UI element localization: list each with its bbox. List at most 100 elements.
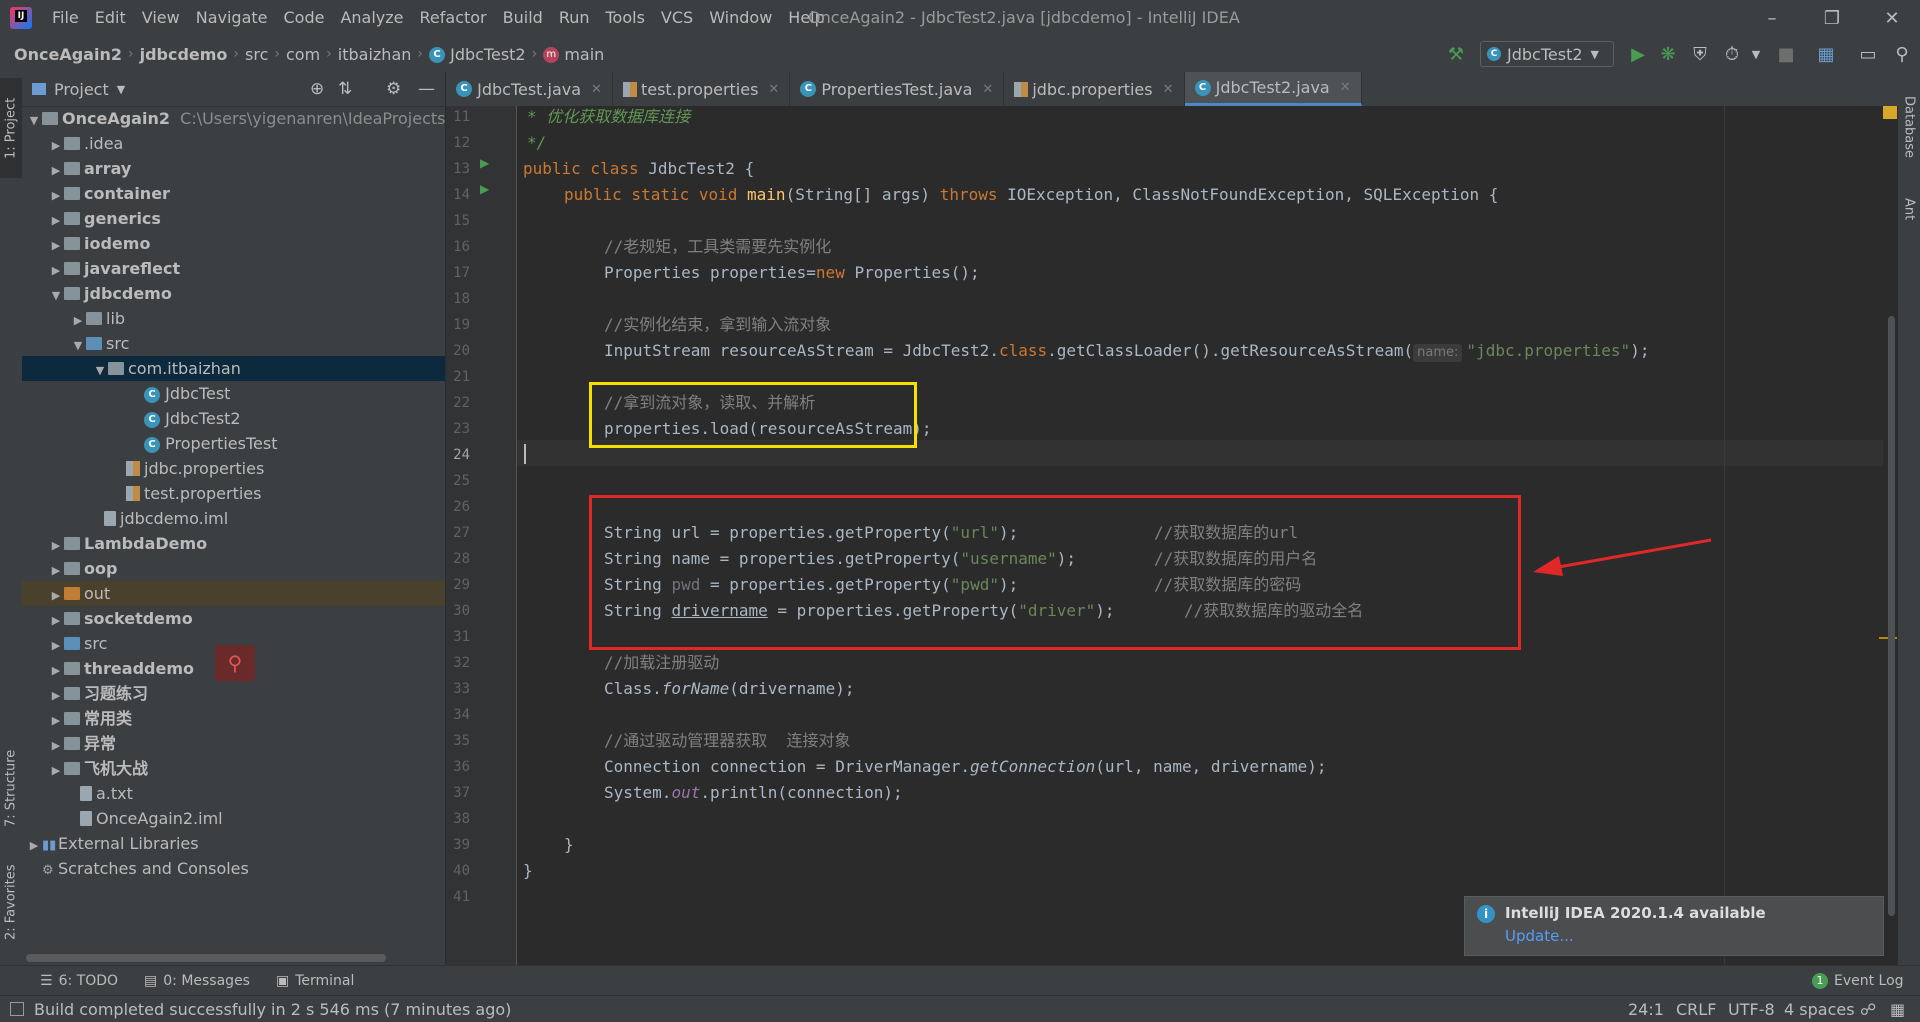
line-separator[interactable]: CRLF — [1676, 1000, 1716, 1019]
tree-item-javareflect[interactable]: ▶ javareflect — [22, 256, 445, 281]
breadcrumb-project[interactable]: OnceAgain2 — [8, 45, 128, 64]
tree-item-array[interactable]: ▶ array — [22, 156, 445, 181]
tab-database-tool[interactable]: Database — [1898, 82, 1920, 172]
close-icon[interactable]: ✕ — [1340, 80, 1351, 95]
editor-scrollbar[interactable] — [1879, 106, 1898, 965]
menu-file[interactable]: File — [44, 0, 87, 36]
caret-position[interactable]: 24:1 — [1628, 1000, 1664, 1019]
menu-build[interactable]: Build — [495, 0, 551, 36]
tab-jdbc-properties[interactable]: jdbc.properties ✕ — [1004, 72, 1185, 106]
tree-item-exercises[interactable]: ▶ 习题练习 — [22, 681, 445, 706]
tree-item-propertiestest[interactable]: C PropertiesTest — [22, 431, 445, 456]
tab-ant-tool[interactable]: Ant — [1898, 184, 1920, 234]
breadcrumb-class[interactable]: C JdbcTest2 — [423, 45, 532, 64]
tab-terminal[interactable]: ▣ Terminal — [276, 973, 354, 989]
breadcrumb-src[interactable]: src — [239, 45, 274, 64]
tree-item-jdbc-properties[interactable]: jdbc.properties — [22, 456, 445, 481]
status-toggle-icon[interactable] — [10, 1002, 24, 1016]
tree-item-oop[interactable]: ▶ oop — [22, 556, 445, 581]
close-window-button[interactable]: ✕ — [1864, 0, 1920, 36]
menu-analyze[interactable]: Analyze — [332, 0, 411, 36]
menu-refactor[interactable]: Refactor — [412, 0, 495, 36]
run-gutter-icon[interactable]: ▶ — [480, 156, 489, 170]
close-icon[interactable]: ✕ — [982, 82, 993, 97]
tree-item-src[interactable]: ▼ src — [22, 331, 445, 356]
tab-structure-tool[interactable]: 7: Structure — [0, 738, 22, 838]
locate-target-icon[interactable]: ⊕ — [310, 79, 324, 99]
floating-search-icon[interactable]: ⚲ — [215, 645, 255, 681]
tree-item-plane-game[interactable]: ▶ 飞机大战 — [22, 756, 445, 781]
chevron-down-icon[interactable]: ▼ — [1744, 42, 1768, 66]
search-icon[interactable]: ⚲ — [1890, 42, 1914, 66]
tab-event-log[interactable]: 1 Event Log — [1812, 973, 1904, 989]
tree-item-exceptions[interactable]: ▶ 异常 — [22, 731, 445, 756]
toggle-layout-icon[interactable]: ▭ — [1856, 42, 1880, 66]
menu-vcs[interactable]: VCS — [653, 0, 701, 36]
menu-edit[interactable]: Edit — [87, 0, 134, 36]
debug-bug-icon[interactable]: ❋ — [1656, 42, 1680, 66]
code-editor[interactable]: * 优化获取数据库连接 */ public class JdbcTest2 { … — [517, 106, 1883, 965]
menu-run[interactable]: Run — [551, 0, 598, 36]
run-gutter-icon[interactable]: ▶ — [480, 182, 489, 196]
tab-project-tool[interactable]: 1: Project — [0, 78, 22, 178]
restore-button[interactable]: ❐ — [1804, 0, 1860, 36]
breadcrumb-method[interactable]: m main — [537, 45, 610, 64]
file-encoding[interactable]: UTF-8 — [1728, 1000, 1775, 1019]
tree-item-onceagain2[interactable]: ▼ OnceAgain2 C:\Users\yigenanren\IdeaProj… — [22, 106, 445, 131]
scroll-thumb[interactable] — [1888, 316, 1895, 916]
close-icon[interactable]: ✕ — [591, 82, 602, 97]
lock-icon[interactable]: ☍ — [1860, 1000, 1876, 1019]
hide-panel-icon[interactable]: — — [418, 79, 435, 99]
horizontal-scrollbar[interactable] — [26, 954, 386, 962]
tree-item-jdbcdemo[interactable]: ▼ jdbcdemo — [22, 281, 445, 306]
gear-icon[interactable]: ⚙ — [386, 79, 401, 99]
project-structure-icon[interactable]: ▦ — [1814, 42, 1838, 66]
menu-tools[interactable]: Tools — [598, 0, 653, 36]
tree-item-a-txt[interactable]: a.txt — [22, 781, 445, 806]
tree-item-onceagain2-iml[interactable]: OnceAgain2.iml — [22, 806, 445, 831]
stop-icon[interactable]: ■ — [1774, 42, 1798, 66]
close-icon[interactable]: ✕ — [768, 82, 779, 97]
close-icon[interactable]: ✕ — [1163, 82, 1174, 97]
tree-item-scratches[interactable]: ⚙ Scratches and Consoles — [22, 856, 445, 881]
tree-item-common-classes[interactable]: ▶ 常用类 — [22, 706, 445, 731]
tree-item-test-properties[interactable]: test.properties — [22, 481, 445, 506]
update-link[interactable]: Update... — [1505, 927, 1574, 945]
tree-item-iodemo[interactable]: ▶ iodemo — [22, 231, 445, 256]
menu-code[interactable]: Code — [276, 0, 333, 36]
tree-item-lambdademo[interactable]: ▶ LambdaDemo — [22, 531, 445, 556]
tab-favorites-tool[interactable]: 2: Favorites — [0, 852, 22, 952]
tree-item-external-libraries[interactable]: ▶ ▮▮ External Libraries — [22, 831, 445, 856]
tab-jdbctest-java[interactable]: C JdbcTest.java ✕ — [446, 72, 613, 106]
coverage-shield-icon[interactable]: ⛨ — [1688, 42, 1712, 66]
menu-view[interactable]: View — [134, 0, 188, 36]
tree-item-jdbctest2[interactable]: C JdbcTest2 — [22, 406, 445, 431]
minimize-button[interactable]: – — [1744, 0, 1800, 36]
status-message[interactable]: Build completed successfully in 2 s 546 … — [34, 1000, 511, 1019]
tab-propertiestest-java[interactable]: C PropertiesTest.java ✕ — [790, 72, 1005, 106]
run-configuration-select[interactable]: C JdbcTest2 ▼ — [1480, 41, 1614, 67]
indent-setting[interactable]: 4 spaces — [1784, 1000, 1855, 1019]
tree-item-lib[interactable]: ▶ lib — [22, 306, 445, 331]
memory-indicator-icon[interactable]: ▦ — [1890, 1000, 1905, 1019]
chevron-down-icon[interactable]: ▼ — [117, 83, 125, 96]
tab-test-properties[interactable]: test.properties ✕ — [613, 72, 791, 106]
tree-item-generics[interactable]: ▶ generics — [22, 206, 445, 231]
tree-item-out[interactable]: ▶ out — [22, 581, 445, 606]
warning-marker-icon[interactable] — [1883, 106, 1897, 119]
breadcrumb-module[interactable]: jdbcdemo — [134, 45, 234, 64]
profiler-icon[interactable]: ⏱ — [1720, 42, 1744, 66]
tree-item-jdbcdemo-iml[interactable]: jdbcdemo.iml — [22, 506, 445, 531]
tab-messages[interactable]: ▤ 0: Messages — [144, 973, 250, 989]
tab-jdbctest2-java[interactable]: C JdbcTest2.java ✕ — [1184, 72, 1362, 106]
tree-item-package[interactable]: ▼ com.itbaizhan — [22, 356, 445, 381]
tree-item-socketdemo[interactable]: ▶ socketdemo — [22, 606, 445, 631]
collapse-all-icon[interactable]: ⇅ — [338, 79, 352, 99]
tree-item-idea[interactable]: ▶ .idea — [22, 131, 445, 156]
menu-window[interactable]: Window — [701, 0, 780, 36]
tab-todo[interactable]: ☰ 6: TODO — [40, 973, 118, 989]
run-icon[interactable]: ▶ — [1626, 42, 1650, 66]
breadcrumb-com[interactable]: com — [280, 45, 326, 64]
build-hammer-icon[interactable]: ⚒ — [1444, 42, 1468, 66]
breadcrumb-package[interactable]: itbaizhan — [332, 45, 418, 64]
